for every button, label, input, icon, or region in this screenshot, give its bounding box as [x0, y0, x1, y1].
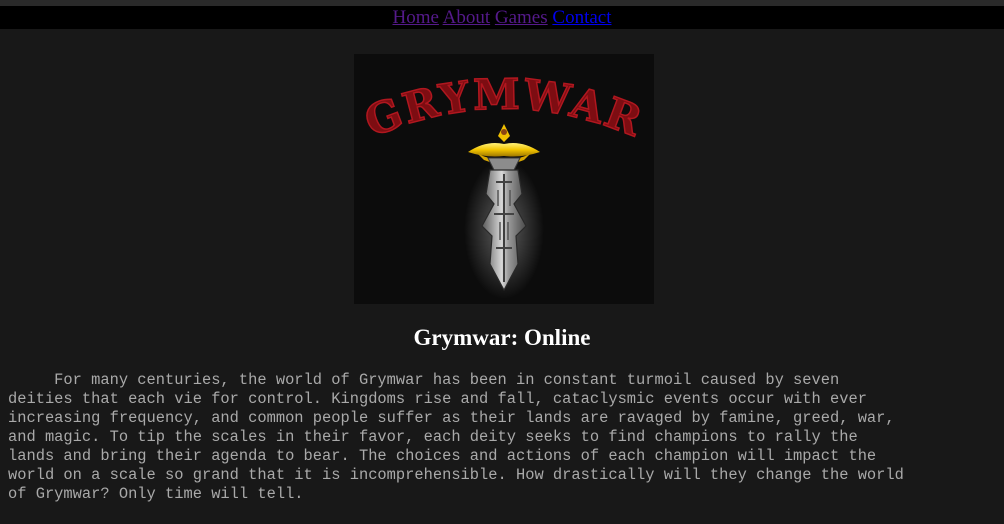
nav-link-games[interactable]: Games: [495, 7, 548, 28]
page-title: Grymwar: Online: [413, 325, 591, 350]
nav-link-home[interactable]: Home: [392, 7, 438, 28]
story-line: lands and bring their agenda to bear. Th…: [8, 447, 877, 465]
nav-link-about[interactable]: About: [443, 7, 491, 28]
story-line: of Grymwar? Only time will tell.: [8, 485, 304, 503]
story-paragraph: For many centuries, the world of Grymwar…: [8, 371, 1004, 504]
nav-link-contact[interactable]: Contact: [552, 7, 611, 28]
story-line: and magic. To tip the scales in their fa…: [8, 428, 858, 446]
grymwar-logo-image: GRYMWAR: [357, 69, 649, 299]
story-line: world on a scale so grand that it is inc…: [8, 466, 904, 484]
top-navbar: Home About Games Contact: [0, 6, 1004, 29]
story-line: increasing frequency, and common people …: [8, 409, 895, 427]
story-line: For many centuries, the world of Grymwar…: [8, 371, 840, 389]
sword-icon: [464, 124, 544, 299]
grymwar-logo: GRYMWAR: [354, 54, 654, 304]
story-line: deities that each vie for control. Kingd…: [8, 390, 867, 408]
